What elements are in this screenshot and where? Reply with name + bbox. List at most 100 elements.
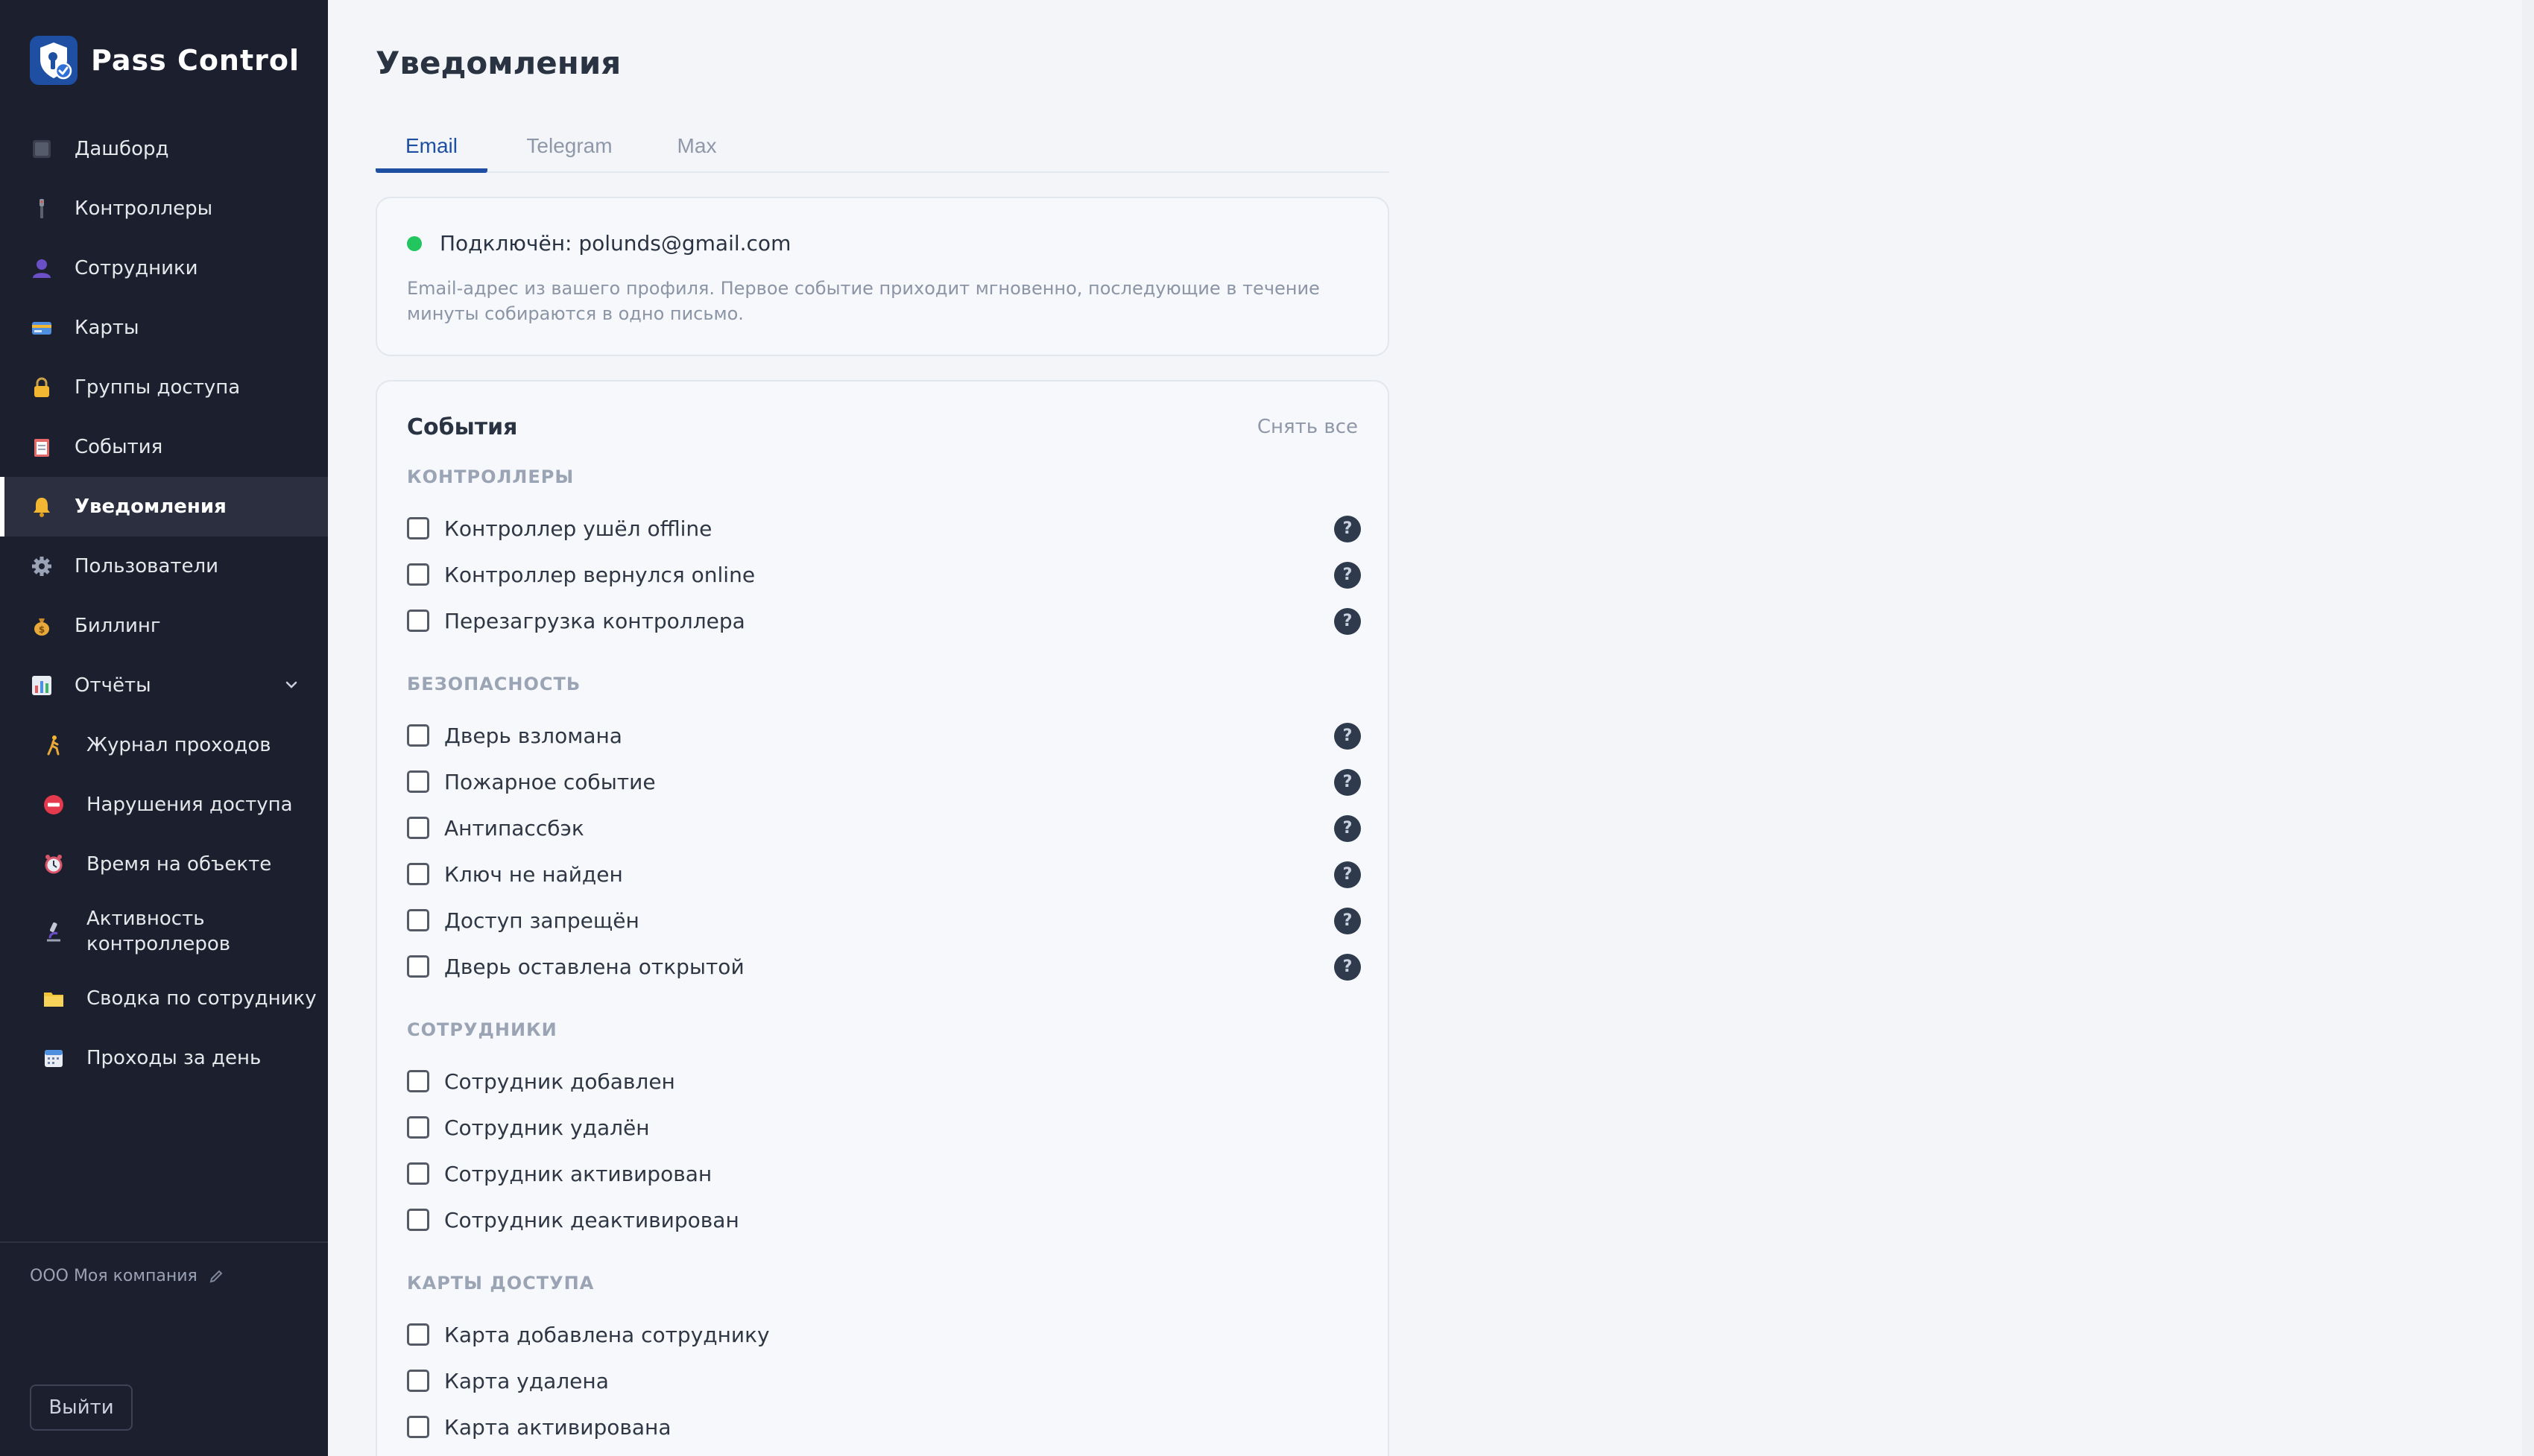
company-name[interactable]: ООО Моя компания [30,1267,224,1285]
clipboard-icon [30,435,54,459]
brand[interactable]: Pass Control [30,36,300,85]
event-option: Карта добавлена сотруднику [407,1316,1361,1353]
event-option: Пожарное событие ? [407,763,1361,800]
sidebar-item-label: Проходы за день [86,1047,262,1069]
event-option: Дверь взломана ? [407,717,1361,754]
help-icon[interactable]: ? [1334,562,1361,589]
sidebar-item-events[interactable]: События [0,417,328,477]
event-checkbox[interactable] [407,517,429,539]
controller-icon [30,197,54,221]
event-checkbox[interactable] [407,1416,429,1438]
help-icon[interactable]: ? [1334,516,1361,542]
event-option: Контроллер ушёл offline ? [407,510,1361,547]
section-heading: КАРТЫ ДОСТУПА [407,1273,595,1294]
tab-max[interactable]: Max [648,122,745,173]
event-option: Сотрудник добавлен [407,1063,1361,1100]
connection-status: Подключён: polunds@gmail.com [407,231,791,256]
event-checkbox[interactable] [407,1070,429,1092]
events-card: События Снять все КОНТРОЛЛЕРЫ Контроллер… [376,380,1389,1456]
user-icon [30,256,54,280]
company-label: ООО Моя компания [30,1267,198,1285]
event-label: Сотрудник удалён [444,1115,650,1140]
sidebar-item-notifications[interactable]: Уведомления [0,477,328,536]
event-label: Карта удалена [444,1368,609,1393]
events-title: События [407,414,518,440]
event-label: Контроллер ушёл offline [444,516,713,541]
event-option: Перезагрузка контроллера ? [407,602,1361,639]
shield-logo-icon [30,36,78,85]
help-icon[interactable]: ? [1334,954,1361,981]
event-label: Доступ запрещён [444,908,639,933]
event-option: Карта активирована [407,1408,1361,1446]
help-icon[interactable]: ? [1334,861,1361,888]
sidebar: Pass Control Дашборд Контроллеры Сотрудн… [0,0,328,1456]
event-checkbox[interactable] [407,955,429,978]
sidebar-item-label: Биллинг [75,615,161,637]
sidebar-item-label: Дашборд [75,138,169,160]
event-label: Дверь взломана [444,723,622,748]
sidebar-item-label: Уведомления [75,496,227,518]
sidebar-item-time-on-site[interactable]: Время на объекте [0,835,328,894]
event-option: Сотрудник удалён [407,1109,1361,1146]
page-scrollbar[interactable] [2522,0,2534,1456]
sidebar-item-users[interactable]: Пользователи [0,536,328,596]
app-name: Pass Control [91,44,300,77]
event-label: Ключ не найден [444,861,623,887]
event-checkbox[interactable] [407,1370,429,1392]
tab-email[interactable]: Email [376,122,487,173]
page-title: Уведомления [376,45,622,81]
connected-dot-icon [407,235,422,251]
event-checkbox[interactable] [407,770,429,793]
help-icon[interactable]: ? [1334,908,1361,934]
section-heading: СОТРУДНИКИ [407,1019,557,1040]
sidebar-nav: Дашборд Контроллеры Сотрудники Карты Гру… [0,119,328,1088]
sidebar-item-dashboard[interactable]: Дашборд [0,119,328,179]
sidebar-item-controller-activity[interactable]: Активность контроллеров [0,894,328,969]
event-checkbox[interactable] [407,1162,429,1185]
event-checkbox[interactable] [407,863,429,885]
event-checkbox[interactable] [407,909,429,931]
event-label: Пожарное событие [444,769,656,794]
sidebar-item-access-violations[interactable]: Нарушения доступа [0,775,328,835]
event-label: Дверь оставлена открытой [444,954,745,979]
sidebar-item-controllers[interactable]: Контроллеры [0,179,328,238]
sidebar-item-cards[interactable]: Карты [0,298,328,358]
sidebar-item-label: Время на объекте [86,853,272,876]
pencil-icon[interactable] [208,1268,224,1285]
sidebar-item-reports[interactable]: Отчёты [0,656,328,715]
sidebar-item-label: Отчёты [75,674,151,697]
sidebar-item-label: Сводка по сотруднику [86,987,317,1010]
event-checkbox[interactable] [407,563,429,586]
help-icon[interactable]: ? [1334,608,1361,635]
sidebar-item-label: Нарушения доступа [86,794,293,816]
connection-status-card: Подключён: polunds@gmail.com Email-адрес… [376,197,1389,356]
event-checkbox[interactable] [407,1323,429,1346]
help-icon[interactable]: ? [1334,769,1361,796]
sidebar-item-access-groups[interactable]: Группы доступа [0,358,328,417]
money-bag-icon: $ [30,614,54,638]
clear-all-button[interactable]: Снять все [1257,416,1358,438]
logout-button[interactable]: Выйти [30,1384,133,1431]
sidebar-item-billing[interactable]: $ Биллинг [0,596,328,656]
event-checkbox[interactable] [407,817,429,839]
event-checkbox[interactable] [407,724,429,747]
sidebar-item-daily-passes[interactable]: Проходы за день [0,1028,328,1088]
sidebar-item-employees[interactable]: Сотрудники [0,238,328,298]
sidebar-item-label: Журнал проходов [86,734,271,756]
help-icon[interactable]: ? [1334,723,1361,750]
tab-telegram[interactable]: Telegram [507,122,632,173]
help-icon[interactable]: ? [1334,815,1361,842]
calendar-icon [42,1046,66,1070]
card-icon [30,316,54,340]
sidebar-item-label: Пользователи [75,555,219,577]
sidebar-item-label: События [75,436,163,458]
event-checkbox[interactable] [407,1116,429,1139]
sidebar-item-pass-log[interactable]: Журнал проходов [0,715,328,775]
event-checkbox[interactable] [407,1209,429,1231]
sidebar-item-employee-summary[interactable]: Сводка по сотруднику [0,969,328,1028]
bar-chart-icon [30,674,54,697]
event-option: Сотрудник активирован [407,1155,1361,1192]
event-checkbox[interactable] [407,610,429,632]
dashboard-icon [30,137,54,161]
sidebar-item-label: Группы доступа [75,376,241,399]
